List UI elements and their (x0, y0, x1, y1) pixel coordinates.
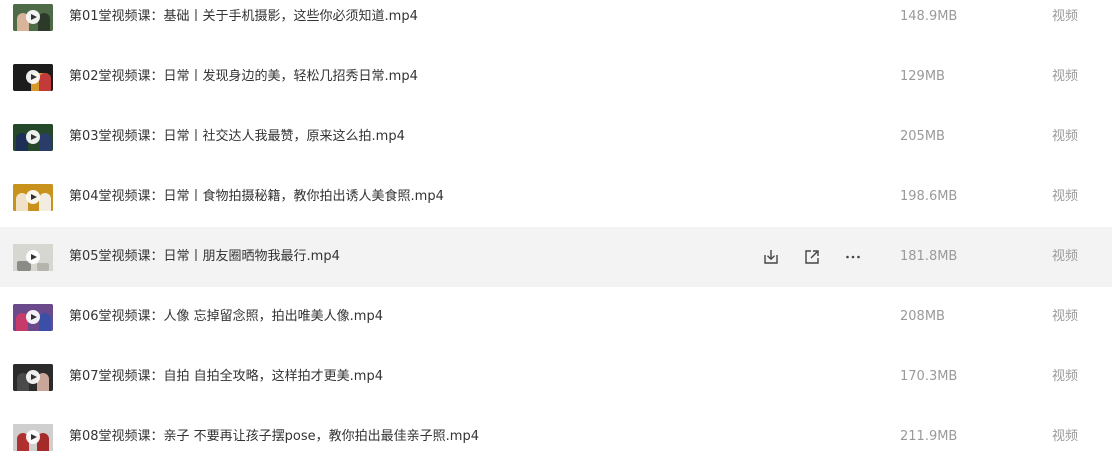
file-size: 129MB (900, 69, 945, 84)
file-size: 211.9MB (900, 429, 958, 444)
file-row[interactable]: 第04堂视频课：日常丨食物拍摄秘籍，教你拍出诱人美食照.mp4 198.6MB … (0, 167, 1112, 227)
file-list: 第01堂视频课：基础丨关于手机摄影，这些你必须知道.mp4 148.9MB 视频… (0, 0, 1112, 458)
more-icon (846, 255, 860, 259)
share-icon (805, 250, 819, 264)
file-name[interactable]: 第07堂视频课：自拍 自拍全攻略，这样拍才更美.mp4 (69, 347, 383, 407)
file-row[interactable]: 第02堂视频课：日常丨发现身边的美，轻松几招秀日常.mp4 129MB 视频 (0, 47, 1112, 107)
more-button[interactable] (842, 246, 864, 268)
play-icon (26, 190, 40, 204)
file-name[interactable]: 第04堂视频课：日常丨食物拍摄秘籍，教你拍出诱人美食照.mp4 (69, 167, 444, 227)
file-row[interactable]: 第01堂视频课：基础丨关于手机摄影，这些你必须知道.mp4 148.9MB 视频 (0, 0, 1112, 47)
video-thumbnail[interactable] (13, 244, 53, 271)
file-row[interactable]: 第08堂视频课：亲子 不要再让孩子摆pose，教你拍出最佳亲子照.mp4 211… (0, 407, 1112, 467)
play-icon (26, 370, 40, 384)
file-row[interactable]: 第05堂视频课：日常丨朋友圈晒物我最行.mp4 181.8MB 视频 (0, 227, 1112, 287)
download-button[interactable] (760, 246, 782, 268)
share-button[interactable] (801, 246, 823, 268)
video-thumbnail[interactable] (13, 424, 53, 451)
file-name[interactable]: 第05堂视频课：日常丨朋友圈晒物我最行.mp4 (69, 227, 340, 287)
file-name[interactable]: 第08堂视频课：亲子 不要再让孩子摆pose，教你拍出最佳亲子照.mp4 (69, 407, 479, 467)
video-thumbnail[interactable] (13, 184, 53, 211)
file-type: 视频 (1052, 369, 1079, 384)
file-name[interactable]: 第03堂视频课：日常丨社交达人我最赞，原来这么拍.mp4 (69, 107, 405, 167)
play-icon (26, 310, 40, 324)
video-thumbnail[interactable] (13, 124, 53, 151)
file-type: 视频 (1052, 249, 1079, 264)
video-thumbnail[interactable] (13, 4, 53, 31)
file-type: 视频 (1052, 309, 1079, 324)
file-name[interactable]: 第02堂视频课：日常丨发现身边的美，轻松几招秀日常.mp4 (69, 47, 418, 107)
file-size: 198.6MB (900, 189, 958, 204)
video-thumbnail[interactable] (13, 304, 53, 331)
video-thumbnail[interactable] (13, 364, 53, 391)
file-size: 170.3MB (900, 369, 958, 384)
file-row[interactable]: 第07堂视频课：自拍 自拍全攻略，这样拍才更美.mp4 170.3MB 视频 (0, 347, 1112, 407)
play-icon (26, 250, 40, 264)
file-name[interactable]: 第06堂视频课：人像 忘掉留念照，拍出唯美人像.mp4 (69, 287, 383, 347)
video-thumbnail[interactable] (13, 64, 53, 91)
file-type: 视频 (1052, 9, 1079, 24)
file-size: 208MB (900, 309, 945, 324)
play-icon (26, 430, 40, 444)
file-size: 181.8MB (900, 249, 958, 264)
file-row[interactable]: 第03堂视频课：日常丨社交达人我最赞，原来这么拍.mp4 205MB 视频 (0, 107, 1112, 167)
file-row[interactable]: 第06堂视频课：人像 忘掉留念照，拍出唯美人像.mp4 208MB 视频 (0, 287, 1112, 347)
play-icon (26, 70, 40, 84)
play-icon (26, 10, 40, 24)
file-type: 视频 (1052, 129, 1079, 144)
file-type: 视频 (1052, 189, 1079, 204)
file-size: 148.9MB (900, 9, 958, 24)
file-name[interactable]: 第01堂视频课：基础丨关于手机摄影，这些你必须知道.mp4 (69, 0, 418, 47)
file-size: 205MB (900, 129, 945, 144)
play-icon (26, 130, 40, 144)
file-type: 视频 (1052, 69, 1079, 84)
row-actions (760, 227, 883, 287)
download-icon (764, 250, 778, 264)
file-type: 视频 (1052, 429, 1079, 444)
